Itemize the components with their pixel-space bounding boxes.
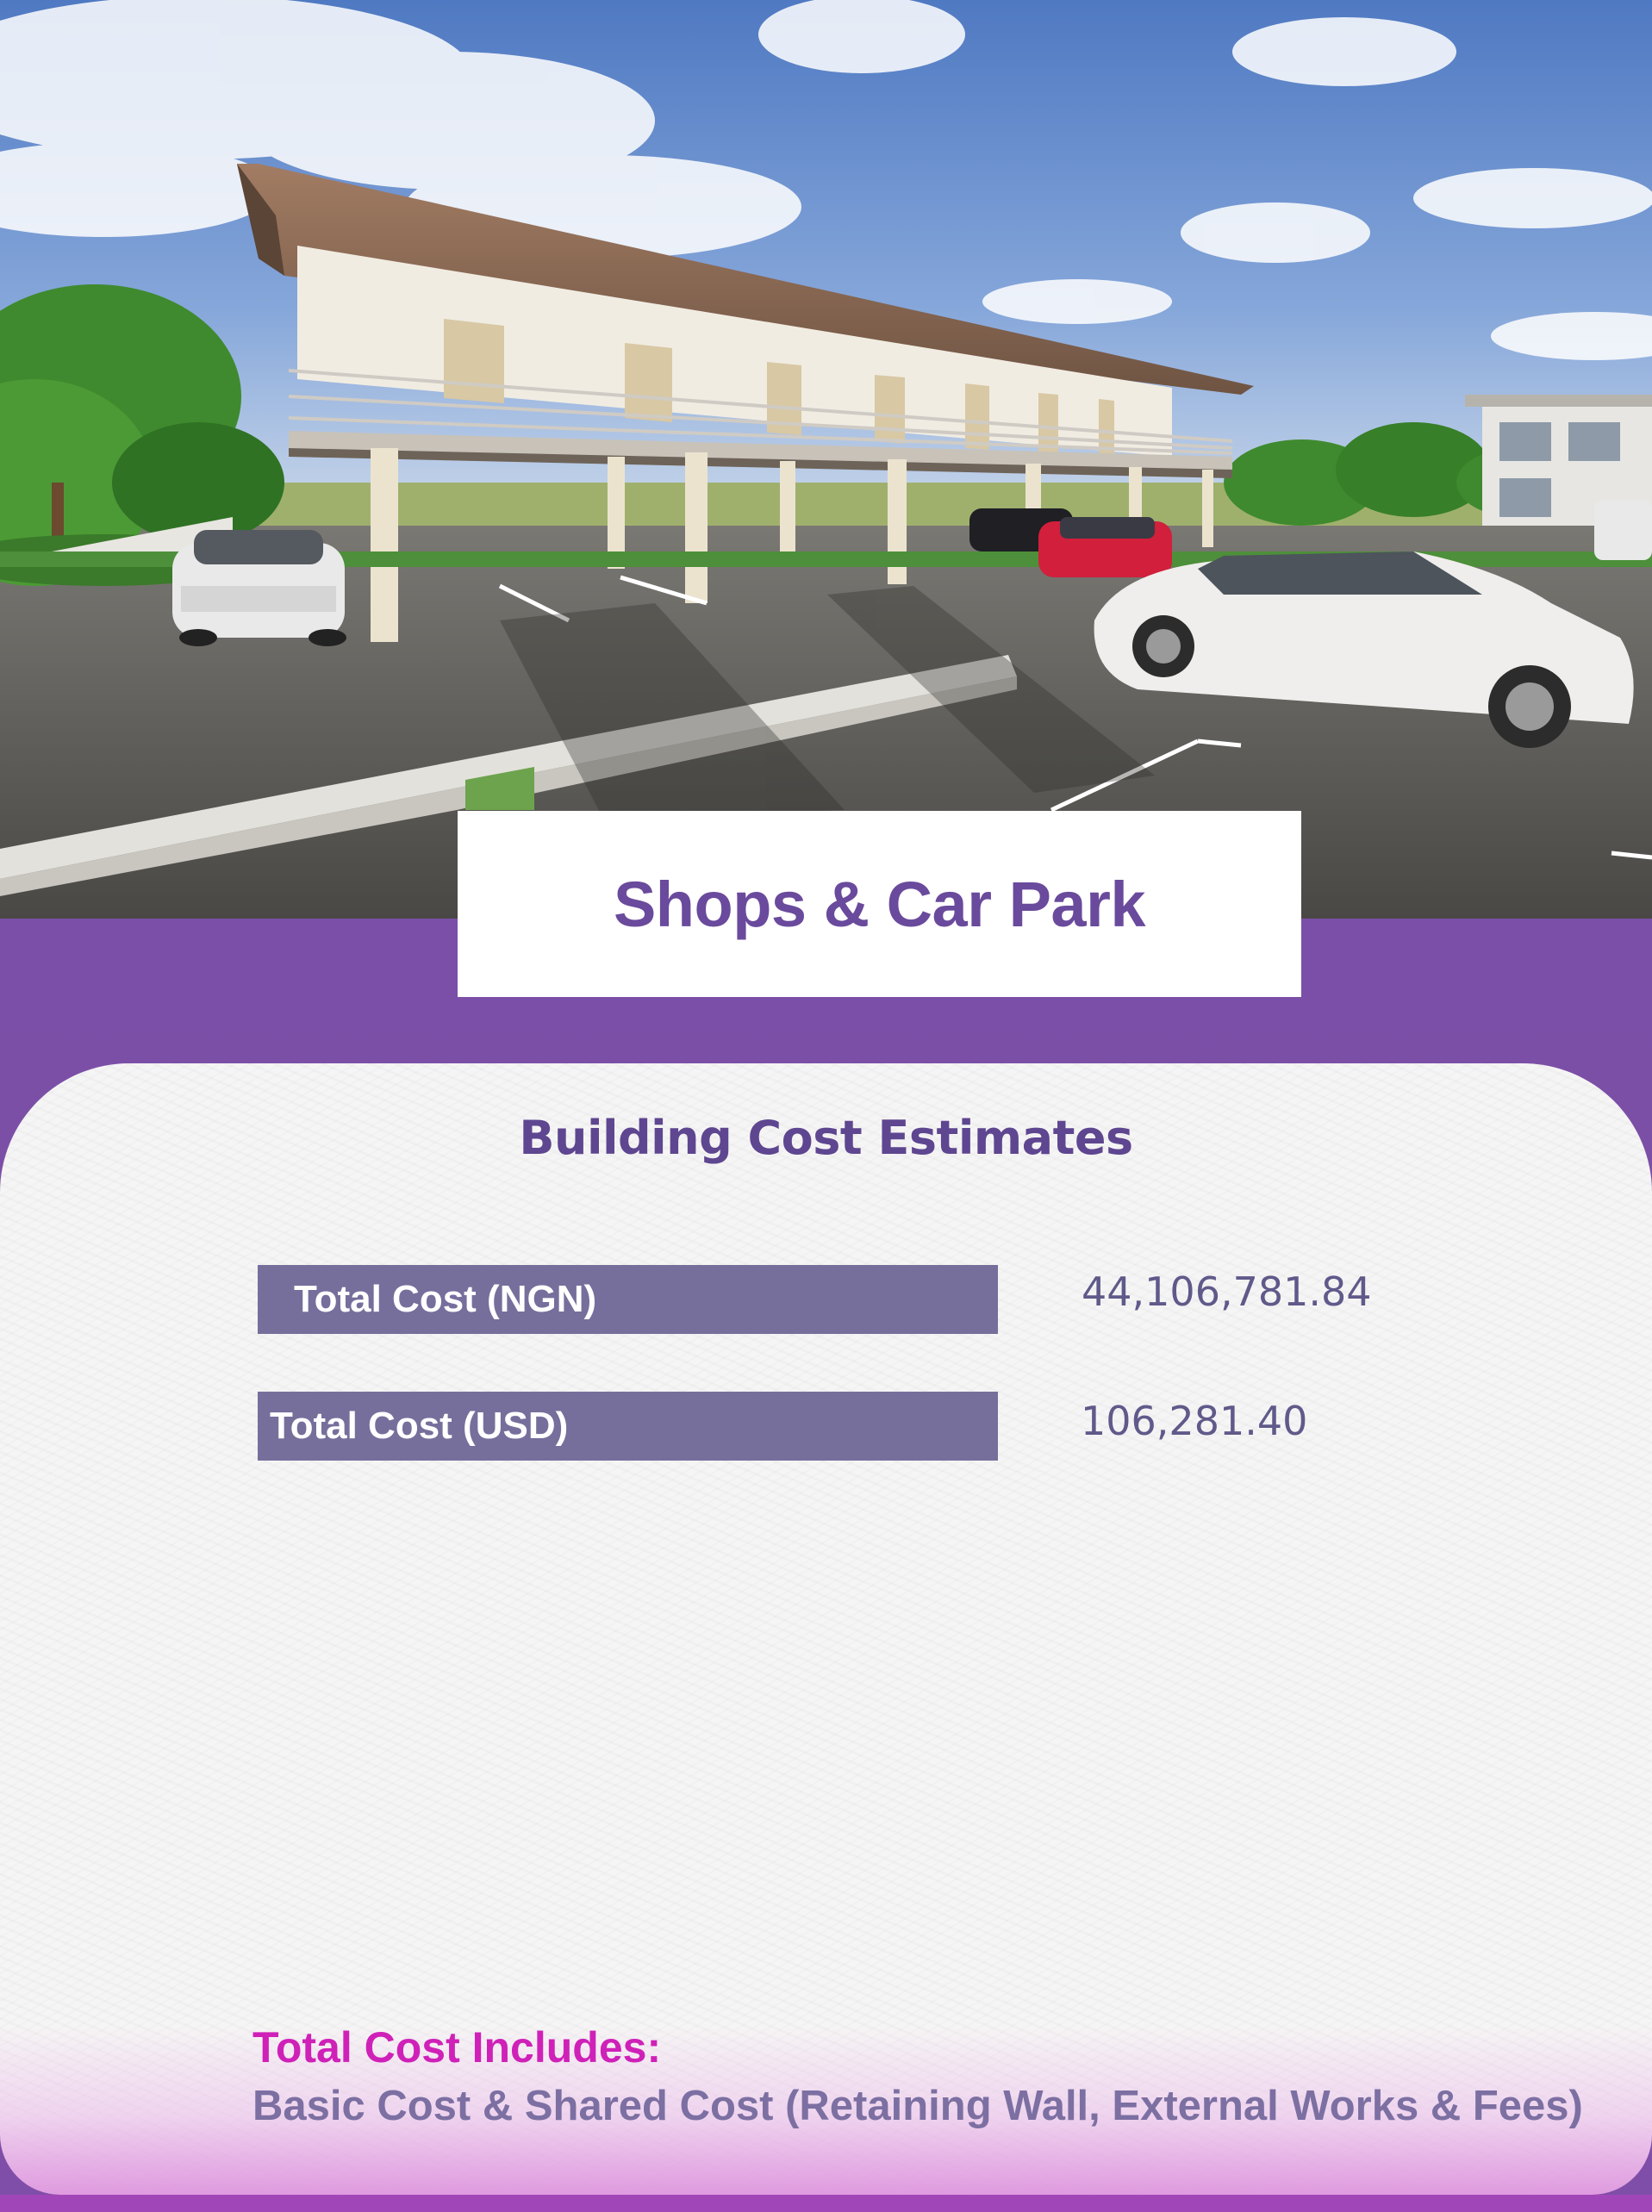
- building-illustration: [0, 0, 1652, 919]
- cost-label-usd: Total Cost (USD): [258, 1392, 998, 1461]
- red-car: [1038, 517, 1172, 577]
- cost-value-ngn: 44,106,781.84: [1082, 1268, 1372, 1315]
- title-box: Shops & Car Park: [458, 811, 1301, 997]
- cost-label-ngn: Total Cost (NGN): [258, 1265, 998, 1334]
- card-heading: Building Cost Estimates: [519, 1111, 1133, 1165]
- white-suv: [172, 530, 346, 646]
- hero-rendering: [0, 0, 1652, 919]
- cost-value-usd: 106,281.40: [1081, 1398, 1308, 1444]
- bottom-strip: [0, 2195, 1652, 2212]
- includes-title: Total Cost Includes:: [252, 2023, 662, 2072]
- includes-body: Basic Cost & Shared Cost (Retaining Wall…: [252, 2083, 1583, 2129]
- cost-estimate-card: Building Cost Estimates Total Cost (NGN)…: [0, 1063, 1652, 2195]
- page-title: Shops & Car Park: [613, 868, 1146, 940]
